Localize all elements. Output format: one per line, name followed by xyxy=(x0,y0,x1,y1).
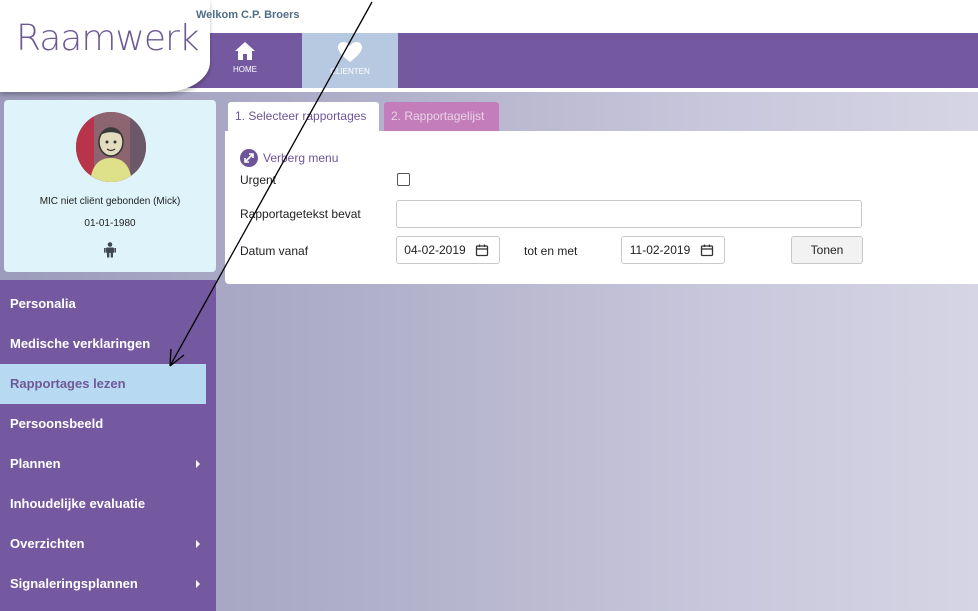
nav-home-button[interactable]: HOME xyxy=(205,33,285,88)
sidebar-item-label: Persoonsbeeld xyxy=(10,416,104,431)
sidebar-item-label: Plannen xyxy=(10,456,61,471)
chevron-right-icon xyxy=(196,460,200,468)
sidebar-menu: Personalia Medische verklaringen Rapport… xyxy=(0,280,216,611)
sidebar-item-label: Personalia xyxy=(10,296,76,311)
nav-clienten-label: CLIENTEN xyxy=(330,67,370,76)
sidebar-item-personalia[interactable]: Personalia xyxy=(0,284,216,324)
tab-selecteer-rapportages[interactable]: 1. Selecteer rapportages xyxy=(228,102,379,131)
client-date-of-birth: 01-01-1980 xyxy=(84,218,136,229)
sidebar-item-plannen[interactable]: Plannen xyxy=(0,444,216,484)
sidebar-item-persoonsbeeld[interactable]: Persoonsbeeld xyxy=(0,404,216,444)
sidebar-item-label: Overzichten xyxy=(10,536,85,551)
date-to-label: tot en met xyxy=(524,244,578,258)
welcome-text: Welkom C.P. Broers xyxy=(196,9,300,21)
show-button[interactable]: Tonen xyxy=(791,236,863,264)
sidebar-item-overzichten[interactable]: Overzichten xyxy=(0,524,216,564)
hide-menu-label: Verberg menu xyxy=(263,151,339,165)
client-profile-card: MIC niet cliënt gebonden (Mick) 01-01-19… xyxy=(4,100,216,272)
hide-menu-toggle[interactable]: Verberg menu xyxy=(240,149,338,167)
home-icon xyxy=(235,42,255,60)
sidebar-item-label: Medische verklaringen xyxy=(10,336,151,351)
sidebar-item-signaleringsplannen[interactable]: Signaleringsplannen xyxy=(0,564,216,604)
calendar-icon[interactable] xyxy=(700,243,714,260)
person-icon xyxy=(103,242,117,261)
urgent-checkbox[interactable] xyxy=(397,173,410,186)
logo-panel: Raamwerk xyxy=(0,0,210,92)
tab-rapportagelijst[interactable]: 2. Rapportagelijst xyxy=(384,102,499,131)
app-logo: Raamwerk xyxy=(16,18,200,59)
calendar-icon[interactable] xyxy=(475,243,489,260)
sidebar-item-label: Inhoudelijke evaluatie xyxy=(10,496,146,511)
nav-band xyxy=(170,33,978,88)
date-from-value: 04-02-2019 xyxy=(404,243,466,257)
date-to-field[interactable]: 11-02-2019 xyxy=(621,236,725,264)
filter-panel: Verberg menu Urgent Rapportagetekst beva… xyxy=(225,131,978,284)
date-to-value: 11-02-2019 xyxy=(629,243,691,257)
sidebar-item-label: Rapportages lezen xyxy=(10,376,126,391)
collapse-arrows-icon xyxy=(240,149,258,167)
report-text-label: Rapportagetekst bevat xyxy=(240,207,361,221)
heart-icon xyxy=(338,42,362,62)
chevron-right-icon xyxy=(196,580,200,588)
urgent-label: Urgent xyxy=(240,173,277,187)
nav-clienten-button[interactable]: CLIENTEN xyxy=(302,33,398,88)
report-text-input[interactable] xyxy=(396,200,862,228)
sidebar-item-rapportages-lezen[interactable]: Rapportages lezen xyxy=(0,364,206,404)
sidebar-item-medische-verklaringen[interactable]: Medische verklaringen xyxy=(0,324,216,364)
chevron-right-icon xyxy=(196,540,200,548)
client-avatar xyxy=(76,112,146,182)
nav-home-label: HOME xyxy=(233,65,257,74)
date-from-field[interactable]: 04-02-2019 xyxy=(396,236,500,264)
client-name: MIC niet cliënt gebonden (Mick) xyxy=(39,196,181,207)
sidebar-item-label: Signaleringsplannen xyxy=(10,576,138,591)
sidebar-item-inhoudelijke-evaluatie[interactable]: Inhoudelijke evaluatie xyxy=(0,484,216,524)
date-from-label: Datum vanaf xyxy=(240,244,309,258)
